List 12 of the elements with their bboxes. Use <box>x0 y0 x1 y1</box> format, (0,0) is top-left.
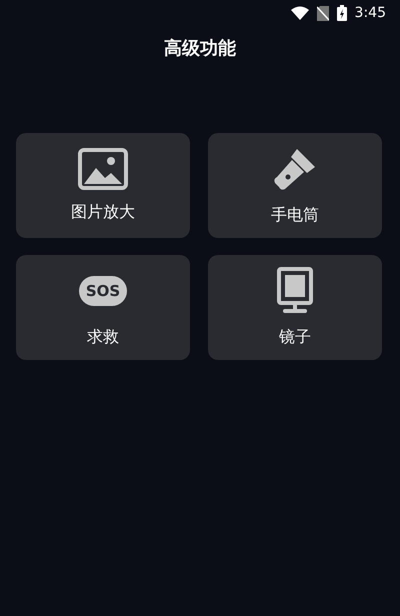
mirror-icon <box>275 267 315 315</box>
sos-icon: SOS <box>79 276 127 306</box>
page-title: 高级功能 <box>164 37 236 60</box>
feature-tile[interactable]: 手电筒 <box>208 133 382 238</box>
no-sim-icon <box>316 6 329 20</box>
feature-tile[interactable]: 镜子 <box>208 255 382 360</box>
wifi-icon <box>290 6 309 20</box>
feature-tile[interactable]: SOS 求救 <box>16 255 190 360</box>
status-time: 3:45 <box>354 5 386 21</box>
battery-icon <box>336 5 347 21</box>
image-icon <box>78 148 128 190</box>
feature-tile[interactable]: 图片放大 <box>16 133 190 238</box>
